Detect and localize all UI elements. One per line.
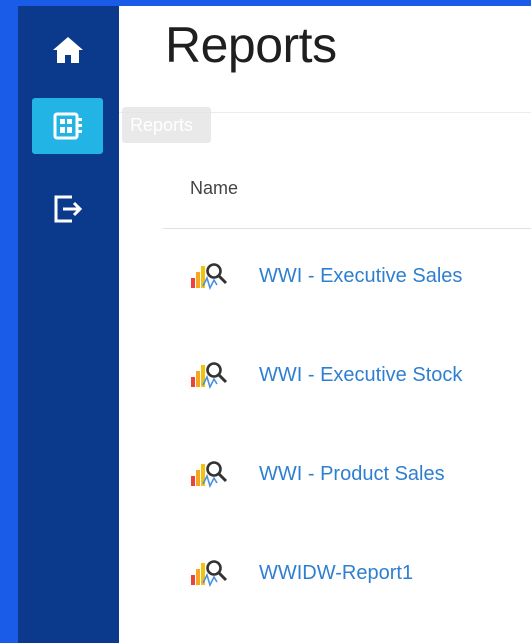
report-link[interactable]: WWI - Executive Stock (259, 364, 462, 387)
report-link[interactable]: WWI - Executive Sales (259, 265, 462, 288)
nav-reports[interactable] (32, 98, 103, 154)
report-icon (191, 263, 228, 291)
page-title: Reports (165, 17, 337, 73)
list-item[interactable]: WWIDW-Report1 (189, 553, 413, 593)
nav-sign-out[interactable] (32, 181, 103, 237)
reports-icon (53, 112, 82, 140)
sign-out-icon (54, 195, 82, 223)
header-divider (163, 228, 531, 229)
list-item[interactable]: WWI - Executive Stock (189, 355, 462, 395)
report-icon (191, 560, 228, 588)
home-icon (52, 37, 83, 63)
main-content: Reports Name WWI - Executive Sales WWI -… (119, 6, 531, 643)
report-link[interactable]: WWI - Product Sales (259, 463, 445, 486)
sidebar (18, 6, 119, 643)
reports-tooltip: Reports (122, 107, 211, 143)
list-item[interactable]: WWI - Executive Sales (189, 256, 462, 296)
list-item[interactable]: WWI - Product Sales (189, 454, 445, 494)
column-header-name[interactable]: Name (190, 178, 238, 199)
report-link[interactable]: WWIDW-Report1 (259, 562, 413, 585)
report-icon (191, 362, 228, 390)
nav-home[interactable] (32, 22, 103, 78)
report-icon (191, 461, 228, 489)
